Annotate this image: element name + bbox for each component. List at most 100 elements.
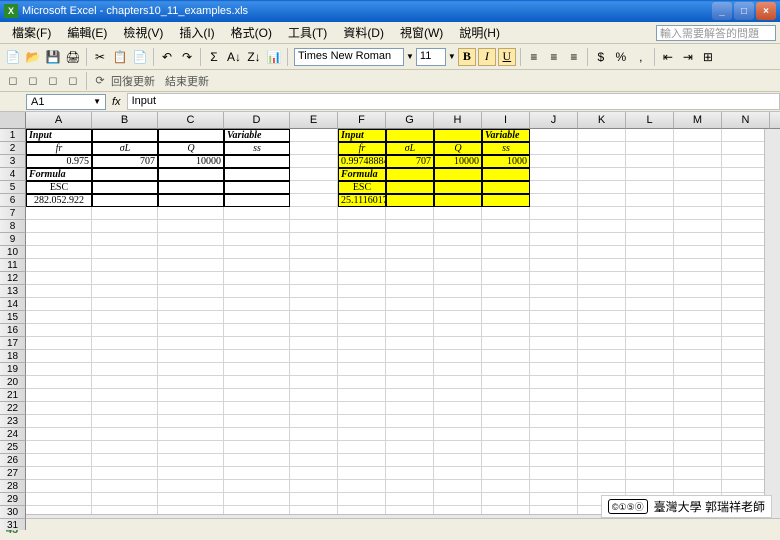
cell-J29[interactable] [530, 493, 578, 506]
cell-N1[interactable] [722, 129, 770, 142]
cell-I9[interactable] [482, 233, 530, 246]
cell-N25[interactable] [722, 441, 770, 454]
cell-K4[interactable] [578, 168, 626, 181]
cell-B17[interactable] [92, 337, 158, 350]
cell-F11[interactable] [338, 259, 386, 272]
row-header-7[interactable]: 7 [0, 207, 26, 220]
cell-M20[interactable] [674, 376, 722, 389]
cell-H12[interactable] [434, 272, 482, 285]
cell-D3[interactable] [224, 155, 290, 168]
row-header-21[interactable]: 21 [0, 389, 26, 402]
cell-F13[interactable] [338, 285, 386, 298]
cell-E9[interactable] [290, 233, 338, 246]
cell-I1[interactable]: Variable [482, 129, 530, 142]
cell-L15[interactable] [626, 311, 674, 324]
cell-B10[interactable] [92, 246, 158, 259]
cell-A17[interactable] [26, 337, 92, 350]
cell-G6[interactable] [386, 194, 434, 207]
cell-M1[interactable] [674, 129, 722, 142]
cell-E1[interactable] [290, 129, 338, 142]
cell-C8[interactable] [158, 220, 224, 233]
cell-K11[interactable] [578, 259, 626, 272]
cell-F5[interactable]: ESC [338, 181, 386, 194]
row-header-11[interactable]: 11 [0, 259, 26, 272]
cell-A27[interactable] [26, 467, 92, 480]
row-header-5[interactable]: 5 [0, 181, 26, 194]
cell-K10[interactable] [578, 246, 626, 259]
name-box[interactable]: A1▼ [26, 94, 106, 110]
formula-bar[interactable]: Input [127, 93, 780, 110]
cell-I4[interactable] [482, 168, 530, 181]
cell-I26[interactable] [482, 454, 530, 467]
cell-B3[interactable]: 707 [92, 155, 158, 168]
cell-E15[interactable] [290, 311, 338, 324]
cell-M3[interactable] [674, 155, 722, 168]
copy-icon[interactable]: 📋 [111, 48, 129, 66]
redo-icon[interactable]: ↷ [178, 48, 196, 66]
cell-C14[interactable] [158, 298, 224, 311]
cell-D28[interactable] [224, 480, 290, 493]
cell-E3[interactable] [290, 155, 338, 168]
cell-H2[interactable]: Q [434, 142, 482, 155]
cell-G7[interactable] [386, 207, 434, 220]
cell-J5[interactable] [530, 181, 578, 194]
cell-C5[interactable] [158, 181, 224, 194]
cell-H14[interactable] [434, 298, 482, 311]
cell-M27[interactable] [674, 467, 722, 480]
col-header-H[interactable]: H [434, 112, 482, 129]
tb2-icon-2[interactable]: ◻ [24, 72, 42, 90]
cell-N13[interactable] [722, 285, 770, 298]
cell-I14[interactable] [482, 298, 530, 311]
cell-G10[interactable] [386, 246, 434, 259]
menu-insert[interactable]: 插入(I) [171, 22, 222, 43]
cell-D2[interactable]: ss [224, 142, 290, 155]
cell-C11[interactable] [158, 259, 224, 272]
cell-E20[interactable] [290, 376, 338, 389]
cell-A2[interactable]: fr [26, 142, 92, 155]
cell-D12[interactable] [224, 272, 290, 285]
cell-K2[interactable] [578, 142, 626, 155]
cell-L27[interactable] [626, 467, 674, 480]
menu-data[interactable]: 資料(D) [335, 22, 392, 43]
comma-icon[interactable]: , [632, 48, 650, 66]
cell-D15[interactable] [224, 311, 290, 324]
cell-F27[interactable] [338, 467, 386, 480]
cell-B29[interactable] [92, 493, 158, 506]
cell-E22[interactable] [290, 402, 338, 415]
align-left-icon[interactable]: ≡ [525, 48, 543, 66]
cell-M15[interactable] [674, 311, 722, 324]
cell-N18[interactable] [722, 350, 770, 363]
cell-G16[interactable] [386, 324, 434, 337]
cell-K26[interactable] [578, 454, 626, 467]
row-header-9[interactable]: 9 [0, 233, 26, 246]
cell-M23[interactable] [674, 415, 722, 428]
cell-H18[interactable] [434, 350, 482, 363]
cell-C3[interactable]: 10000 [158, 155, 224, 168]
cell-E8[interactable] [290, 220, 338, 233]
cell-H28[interactable] [434, 480, 482, 493]
cell-F2[interactable]: fr [338, 142, 386, 155]
cell-E13[interactable] [290, 285, 338, 298]
cell-L6[interactable] [626, 194, 674, 207]
col-header-O[interactable]: O [770, 112, 780, 129]
borders-icon[interactable]: ⊞ [699, 48, 717, 66]
cell-F18[interactable] [338, 350, 386, 363]
italic-button[interactable]: I [478, 48, 496, 66]
cells-area[interactable]: InputVariableInputVariablefrσLQssfrσLQss… [26, 129, 780, 530]
cell-N12[interactable] [722, 272, 770, 285]
cell-K1[interactable] [578, 129, 626, 142]
cell-L24[interactable] [626, 428, 674, 441]
col-header-J[interactable]: J [530, 112, 578, 129]
vertical-scrollbar[interactable] [764, 129, 780, 530]
cell-I22[interactable] [482, 402, 530, 415]
cell-K13[interactable] [578, 285, 626, 298]
cell-N3[interactable] [722, 155, 770, 168]
cell-H23[interactable] [434, 415, 482, 428]
cell-N6[interactable] [722, 194, 770, 207]
cell-H5[interactable] [434, 181, 482, 194]
cell-A28[interactable] [26, 480, 92, 493]
cell-B4[interactable] [92, 168, 158, 181]
cell-L12[interactable] [626, 272, 674, 285]
cell-K7[interactable] [578, 207, 626, 220]
cell-E16[interactable] [290, 324, 338, 337]
